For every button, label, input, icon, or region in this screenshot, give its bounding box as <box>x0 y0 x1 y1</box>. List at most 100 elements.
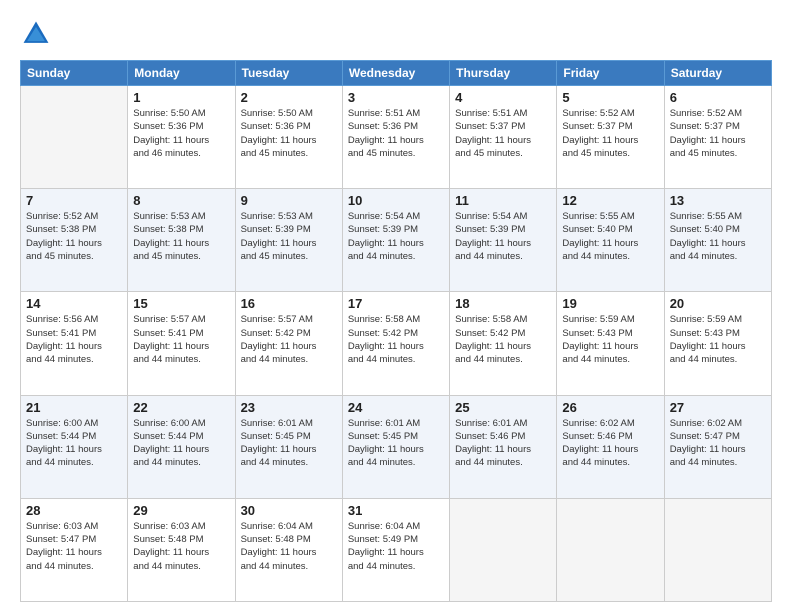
day-info: Sunrise: 5:51 AMSunset: 5:36 PMDaylight:… <box>348 107 444 160</box>
day-number: 5 <box>562 90 658 105</box>
logo-icon <box>20 18 52 50</box>
day-number: 7 <box>26 193 122 208</box>
day-number: 18 <box>455 296 551 311</box>
header <box>20 18 772 50</box>
calendar-week-row: 1 Sunrise: 5:50 AMSunset: 5:36 PMDaylight… <box>21 86 772 189</box>
calendar-cell: 13 Sunrise: 5:55 AMSunset: 5:40 PMDayligh… <box>664 189 771 292</box>
calendar-cell: 22 Sunrise: 6:00 AMSunset: 5:44 PMDayligh… <box>128 395 235 498</box>
calendar-cell: 16 Sunrise: 5:57 AMSunset: 5:42 PMDayligh… <box>235 292 342 395</box>
day-number: 14 <box>26 296 122 311</box>
calendar-cell: 17 Sunrise: 5:58 AMSunset: 5:42 PMDayligh… <box>342 292 449 395</box>
day-number: 16 <box>241 296 337 311</box>
day-number: 15 <box>133 296 229 311</box>
logo <box>20 18 56 50</box>
calendar-cell: 31 Sunrise: 6:04 AMSunset: 5:49 PMDayligh… <box>342 498 449 601</box>
day-number: 20 <box>670 296 766 311</box>
day-number: 26 <box>562 400 658 415</box>
day-info: Sunrise: 5:53 AMSunset: 5:38 PMDaylight:… <box>133 210 229 263</box>
calendar-cell: 11 Sunrise: 5:54 AMSunset: 5:39 PMDayligh… <box>450 189 557 292</box>
calendar-header-friday: Friday <box>557 61 664 86</box>
day-number: 31 <box>348 503 444 518</box>
day-info: Sunrise: 6:02 AMSunset: 5:47 PMDaylight:… <box>670 417 766 470</box>
calendar-cell <box>21 86 128 189</box>
calendar-header-row: SundayMondayTuesdayWednesdayThursdayFrid… <box>21 61 772 86</box>
day-info: Sunrise: 5:52 AMSunset: 5:37 PMDaylight:… <box>562 107 658 160</box>
calendar-cell: 27 Sunrise: 6:02 AMSunset: 5:47 PMDayligh… <box>664 395 771 498</box>
day-info: Sunrise: 5:59 AMSunset: 5:43 PMDaylight:… <box>562 313 658 366</box>
calendar-cell: 24Sunrise: 6:01 AMSunset: 5:45 PMDayligh… <box>342 395 449 498</box>
day-info: Sunrise: 5:55 AMSunset: 5:40 PMDaylight:… <box>562 210 658 263</box>
day-number: 21 <box>26 400 122 415</box>
day-number: 13 <box>670 193 766 208</box>
calendar-cell: 29 Sunrise: 6:03 AMSunset: 5:48 PMDayligh… <box>128 498 235 601</box>
calendar-table: SundayMondayTuesdayWednesdayThursdayFrid… <box>20 60 772 602</box>
day-info: Sunrise: 5:51 AMSunset: 5:37 PMDaylight:… <box>455 107 551 160</box>
day-number: 29 <box>133 503 229 518</box>
calendar-cell: 26 Sunrise: 6:02 AMSunset: 5:46 PMDayligh… <box>557 395 664 498</box>
calendar-cell: 3 Sunrise: 5:51 AMSunset: 5:36 PMDaylight… <box>342 86 449 189</box>
calendar-header-wednesday: Wednesday <box>342 61 449 86</box>
day-number: 22 <box>133 400 229 415</box>
day-info: Sunrise: 5:58 AMSunset: 5:42 PMDaylight:… <box>455 313 551 366</box>
calendar-cell: 6 Sunrise: 5:52 AMSunset: 5:37 PMDaylight… <box>664 86 771 189</box>
day-info: Sunrise: 6:01 AMSunset: 5:45 PMDaylight:… <box>348 417 444 470</box>
day-info: Sunrise: 5:59 AMSunset: 5:43 PMDaylight:… <box>670 313 766 366</box>
day-number: 17 <box>348 296 444 311</box>
calendar-header-thursday: Thursday <box>450 61 557 86</box>
day-info: Sunrise: 5:57 AMSunset: 5:41 PMDaylight:… <box>133 313 229 366</box>
calendar-cell: 25 Sunrise: 6:01 AMSunset: 5:46 PMDayligh… <box>450 395 557 498</box>
calendar-cell: 28Sunrise: 6:03 AMSunset: 5:47 PMDayligh… <box>21 498 128 601</box>
calendar-cell: 12Sunrise: 5:55 AMSunset: 5:40 PMDayligh… <box>557 189 664 292</box>
calendar-cell: 21Sunrise: 6:00 AMSunset: 5:44 PMDayligh… <box>21 395 128 498</box>
day-number: 3 <box>348 90 444 105</box>
calendar-cell: 19 Sunrise: 5:59 AMSunset: 5:43 PMDayligh… <box>557 292 664 395</box>
calendar-header-sunday: Sunday <box>21 61 128 86</box>
day-info: Sunrise: 5:57 AMSunset: 5:42 PMDaylight:… <box>241 313 337 366</box>
calendar-cell <box>450 498 557 601</box>
calendar-header-saturday: Saturday <box>664 61 771 86</box>
calendar-week-row: 21 Sunrise: 6:00 AMSunset: 5:44 PMDayligh… <box>21 395 772 498</box>
calendar-cell: 4 Sunrise: 5:51 AMSunset: 5:37 PMDaylight… <box>450 86 557 189</box>
day-info: Sunrise: 5:53 AMSunset: 5:39 PMDaylight:… <box>241 210 337 263</box>
day-info: Sunrise: 5:54 AMSunset: 5:39 PMDaylight:… <box>455 210 551 263</box>
day-info: Sunrise: 5:55 AMSunset: 5:40 PMDaylight:… <box>670 210 766 263</box>
day-info: Sunrise: 6:01 AMSunset: 5:45 PMDaylight:… <box>241 417 337 470</box>
day-number: 9 <box>241 193 337 208</box>
day-info: Sunrise: 5:50 AMSunset: 5:36 PMDaylight:… <box>241 107 337 160</box>
day-info: Sunrise: 5:52 AMSunset: 5:37 PMDaylight:… <box>670 107 766 160</box>
day-info: Sunrise: 6:00 AMSunset: 5:44 PMDaylight:… <box>133 417 229 470</box>
day-info: Sunrise: 5:50 AMSunset: 5:36 PMDaylight:… <box>133 107 229 160</box>
calendar-cell: 10 Sunrise: 5:54 AMSunset: 5:39 PMDayligh… <box>342 189 449 292</box>
day-info: Sunrise: 6:01 AMSunset: 5:46 PMDaylight:… <box>455 417 551 470</box>
calendar-cell: 15 Sunrise: 5:57 AMSunset: 5:41 PMDayligh… <box>128 292 235 395</box>
calendar-cell <box>664 498 771 601</box>
day-number: 6 <box>670 90 766 105</box>
calendar-cell: 23 Sunrise: 6:01 AMSunset: 5:45 PMDayligh… <box>235 395 342 498</box>
day-number: 11 <box>455 193 551 208</box>
calendar-cell: 7 Sunrise: 5:52 AMSunset: 5:38 PMDaylight… <box>21 189 128 292</box>
calendar-cell: 18 Sunrise: 5:58 AMSunset: 5:42 PMDayligh… <box>450 292 557 395</box>
calendar-cell: 8Sunrise: 5:53 AMSunset: 5:38 PMDaylight… <box>128 189 235 292</box>
day-number: 27 <box>670 400 766 415</box>
day-number: 4 <box>455 90 551 105</box>
calendar-week-row: 14Sunrise: 5:56 AMSunset: 5:41 PMDayligh… <box>21 292 772 395</box>
calendar-cell: 1 Sunrise: 5:50 AMSunset: 5:36 PMDaylight… <box>128 86 235 189</box>
day-number: 23 <box>241 400 337 415</box>
calendar-header-monday: Monday <box>128 61 235 86</box>
calendar-week-row: 7 Sunrise: 5:52 AMSunset: 5:38 PMDaylight… <box>21 189 772 292</box>
day-number: 10 <box>348 193 444 208</box>
day-info: Sunrise: 6:04 AMSunset: 5:48 PMDaylight:… <box>241 520 337 573</box>
day-info: Sunrise: 5:52 AMSunset: 5:38 PMDaylight:… <box>26 210 122 263</box>
day-number: 1 <box>133 90 229 105</box>
day-info: Sunrise: 5:58 AMSunset: 5:42 PMDaylight:… <box>348 313 444 366</box>
day-info: Sunrise: 6:03 AMSunset: 5:48 PMDaylight:… <box>133 520 229 573</box>
day-info: Sunrise: 6:04 AMSunset: 5:49 PMDaylight:… <box>348 520 444 573</box>
day-number: 25 <box>455 400 551 415</box>
calendar-cell: 5 Sunrise: 5:52 AMSunset: 5:37 PMDaylight… <box>557 86 664 189</box>
day-number: 19 <box>562 296 658 311</box>
day-info: Sunrise: 6:02 AMSunset: 5:46 PMDaylight:… <box>562 417 658 470</box>
calendar-cell: 20 Sunrise: 5:59 AMSunset: 5:43 PMDayligh… <box>664 292 771 395</box>
calendar-week-row: 28Sunrise: 6:03 AMSunset: 5:47 PMDayligh… <box>21 498 772 601</box>
day-info: Sunrise: 5:54 AMSunset: 5:39 PMDaylight:… <box>348 210 444 263</box>
day-number: 2 <box>241 90 337 105</box>
